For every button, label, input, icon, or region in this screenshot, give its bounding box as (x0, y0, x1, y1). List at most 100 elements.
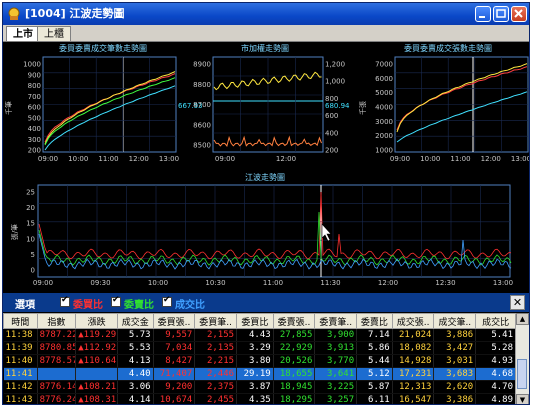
left-ytick: 500 (28, 114, 41, 122)
table-cell: 4.70 (475, 380, 516, 394)
table-cell (37, 367, 77, 381)
tab-listed[interactable]: 上市 (6, 26, 40, 41)
bottom-xtick: 12:00 (378, 279, 398, 287)
column-header[interactable]: 成交筆.. (433, 313, 477, 329)
table-cell: 7,034 (153, 341, 196, 355)
bottom-ytick: 0 (31, 267, 35, 275)
left-ytick: 300 (28, 136, 41, 144)
column-header[interactable]: 漲跌 (75, 313, 118, 329)
table-cell: 21,024 (392, 328, 435, 342)
middle-xtick: 09:00 (215, 155, 235, 163)
scroll-thumb[interactable] (517, 359, 527, 389)
table-cell: 18,945 (273, 380, 316, 394)
column-header[interactable]: 委買筆.. (194, 313, 238, 329)
table-cell: ▲110.64 (75, 354, 118, 368)
column-header[interactable]: 委賣比 (356, 313, 393, 329)
column-header[interactable]: 成交比 (475, 313, 516, 329)
bottom-xtick: 11:00 (263, 279, 283, 287)
column-header[interactable]: 指數 (36, 313, 77, 329)
table-cell: 4.40 (117, 367, 154, 381)
right-ytick: 7000 (375, 61, 393, 69)
right-ytick: 5000 (375, 89, 393, 97)
checkbox-trade-ratio[interactable] (162, 295, 172, 307)
minimize-button[interactable] (475, 6, 491, 22)
bottom-ytick: 15 (26, 220, 35, 228)
table-cell: 4.14 (117, 393, 154, 404)
column-header[interactable]: 委賣筆.. (314, 313, 358, 329)
column-header[interactable]: 委賣張.. (272, 313, 316, 329)
bottom-xtick: 10:00 (148, 279, 168, 287)
checkbox-trade-ratio-label[interactable]: 成交比 (175, 296, 205, 311)
right-xtick: 11:00 (450, 155, 470, 163)
right-ytick: 3000 (375, 118, 393, 126)
middle-xtick: 12:00 (276, 155, 296, 163)
table-row[interactable]: 11:41 4.40 71,407 2,446 29.19 18,655 3,641 5.12… (3, 367, 516, 381)
column-header[interactable]: 委買張.. (152, 313, 196, 329)
bottom-ytick: 20 (26, 204, 35, 212)
column-header[interactable]: 委買比 (236, 313, 274, 329)
close-button[interactable] (511, 6, 527, 22)
table-cell: 4.13 (117, 354, 154, 368)
bottom-ylabel: 張/筆 (10, 224, 19, 240)
checkbox-sell-ratio[interactable] (111, 295, 121, 307)
table-cell: ▲108.31 (75, 393, 118, 404)
title-bar[interactable]: [1004] 江波走勢圖 (3, 3, 529, 25)
charts-svg: 委買委賣成交筆數走勢圖 千筆 1000 900 800 700 600 500 400 300… (4, 43, 529, 287)
checkbox-buy-ratio-label[interactable]: 委買比 (73, 296, 103, 311)
table-cell: 11:42 (3, 380, 38, 394)
table-cell: 2,455 (194, 393, 238, 404)
table-cell: 8,427 (153, 354, 196, 368)
left-ytick: 800 (28, 82, 41, 90)
table-cell: 3,427 (433, 341, 477, 355)
table-cell: 18,655 (273, 367, 316, 381)
scroll-up-button[interactable]: ▲ (516, 313, 529, 325)
left-chart-title: 委買委賣成交筆數走勢圖 (59, 43, 147, 53)
maximize-button[interactable] (493, 6, 509, 22)
table-cell: 9,200 (153, 380, 196, 394)
column-header[interactable]: 成交張.. (391, 313, 435, 329)
table-cell: 10,674 (153, 393, 196, 404)
table-cell: 5.87 (356, 380, 393, 394)
table-cell: 8787.22 (37, 328, 77, 342)
middle-right-ytick: 800 (325, 95, 338, 103)
right-ytick: 1000 (375, 147, 393, 155)
table-cell: 2,446 (194, 367, 238, 381)
tab-otc[interactable]: 上櫃 (37, 26, 71, 41)
table-cell: 11:43 (3, 393, 38, 404)
right-ytick: 2000 (375, 132, 393, 140)
column-header[interactable]: 成交金 (116, 313, 154, 329)
table-row[interactable]: 11:40 8778.57 ▲110.64 4.13 8,427 2,215 3.80 20,… (3, 354, 516, 368)
scroll-down-button[interactable]: ▼ (516, 394, 529, 404)
checkbox-sell-ratio-label[interactable]: 委賣比 (124, 296, 154, 311)
table-cell: 3,886 (433, 328, 477, 342)
column-header[interactable]: 時間 (3, 313, 38, 329)
table-cell: 5.44 (356, 354, 393, 368)
right-ylabel: 千張 (358, 101, 367, 115)
data-table: 時間 指數 漲跌 成交金 委買張.. 委買筆.. 委買比 委賣張.. 委賣筆.. 委賣比 成交張..… (3, 313, 516, 404)
left-xtick: 12:00 (129, 155, 149, 163)
table-vertical-scrollbar[interactable]: ▲ ▼ (515, 313, 529, 404)
options-close-button[interactable]: ✕ (510, 295, 525, 310)
charts-area: 委買委賣成交筆數走勢圖 千筆 1000 900 800 700 600 500 400 300… (3, 42, 529, 292)
table-row[interactable]: 11:42 8776.14 ▲108.21 3.06 9,200 2,375 3.87 18,… (3, 380, 516, 394)
table-row[interactable]: 11:43 8776.24 ▲108.31 4.14 10,674 2,455 4.35 18… (3, 393, 516, 404)
table-cell: 2,620 (433, 380, 477, 394)
table-row[interactable]: 11:38 8787.22 ▲119.29 5.73 9,557 2,155 4.43 27,… (3, 328, 516, 342)
table-cell: 16,547 (392, 393, 435, 404)
table-cell: 18,082 (392, 341, 435, 355)
table-cell: 3,641 (314, 367, 358, 381)
table-cell: 5.86 (356, 341, 393, 355)
right-xtick: 12:00 (481, 155, 501, 163)
table-cell: 2,155 (194, 328, 238, 342)
table-cell: 22,929 (273, 341, 316, 355)
options-bar: 選項 委買比 委賣比 成交比 ✕ (3, 293, 529, 312)
table-cell: 6.11 (356, 393, 393, 404)
close-icon (514, 9, 523, 18)
table-cell: 3,770 (314, 354, 358, 368)
table-row[interactable]: 11:39 8780.85 ▲112.92 5.53 7,034 2,135 3.29 22,… (3, 341, 516, 355)
checkbox-buy-ratio[interactable] (60, 295, 70, 307)
table-cell: 7.14 (356, 328, 393, 342)
table-cell: 11:39 (3, 341, 38, 355)
table-cell: 3.29 (236, 341, 274, 355)
table-cell: 2,375 (194, 380, 238, 394)
